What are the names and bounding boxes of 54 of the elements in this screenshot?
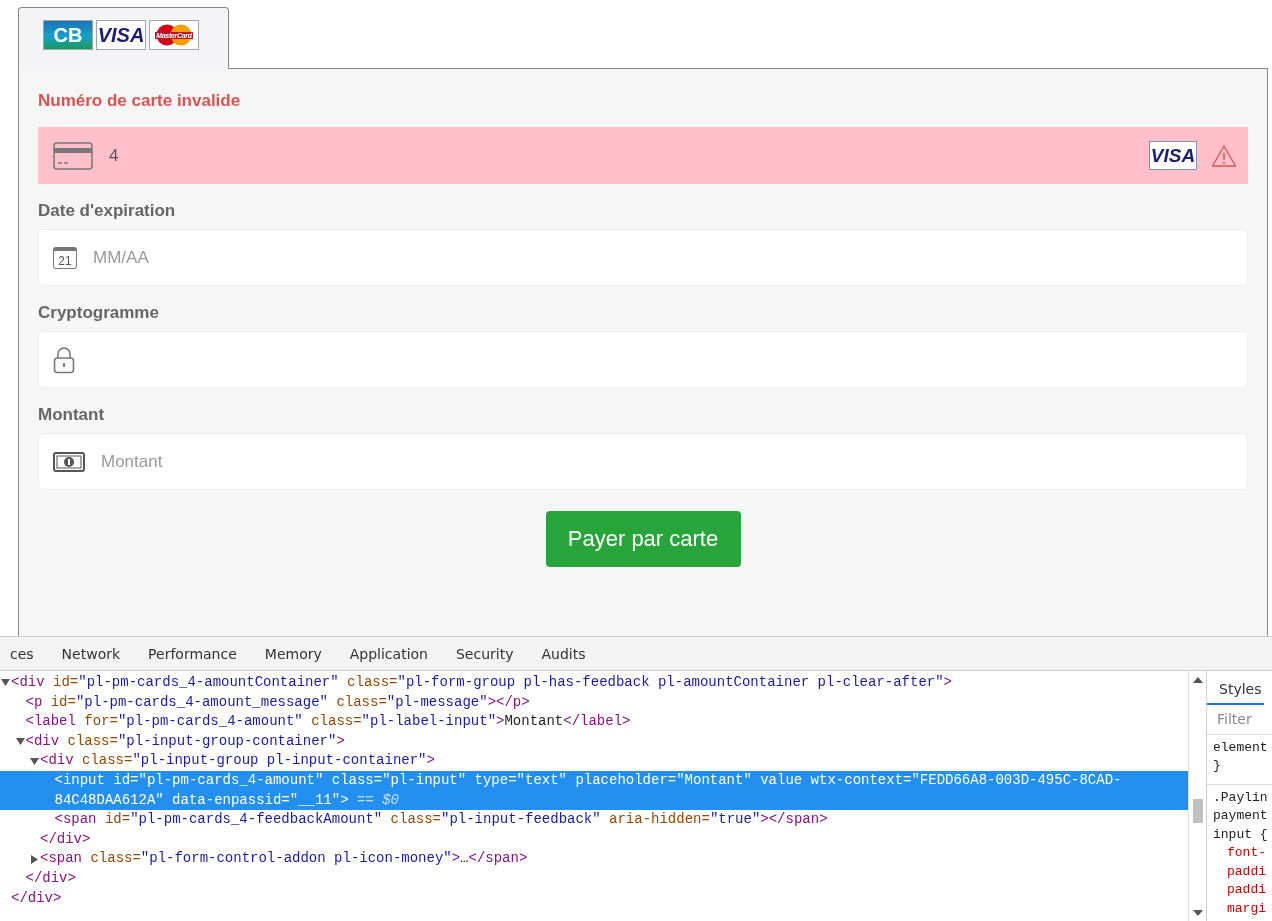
dom-node-row[interactable]: <label for="pl-pm-cards_4-amount" class="pl-label-input">Montant</label> — [0, 712, 1188, 732]
card-input[interactable]: 4 — [107, 144, 1135, 167]
date-input[interactable]: MM/AA — [91, 246, 1237, 269]
css-rule-line: paddi — [1226, 862, 1267, 881]
dom-node-row[interactable]: <div id="pl-pm-cards_4-amountContainer" class="pl-form-group pl-has-feedback pl-amountContainer pl-clear-after"> — [0, 673, 1188, 693]
scroll-down-icon[interactable] — [1192, 910, 1203, 916]
css-rule-line: paddi — [1226, 881, 1267, 899]
caret-down-icon[interactable] — [30, 757, 39, 765]
card-field[interactable]: 4 VISA — [38, 127, 1248, 184]
caret-down-icon[interactable] — [1, 679, 10, 687]
css-rule-line: font- — [1226, 844, 1267, 862]
amount-input[interactable]: Montant — [99, 450, 1237, 473]
date-field[interactable]: 21 MM/AA — [38, 229, 1248, 286]
devtools-tab[interactable]: ces — [0, 645, 48, 662]
caret-down-icon[interactable] — [15, 738, 25, 746]
calendar-icon: 21 — [53, 246, 77, 269]
devtools-tab[interactable]: Network — [47, 645, 135, 662]
css-rule-line: .Paylin — [1213, 788, 1269, 807]
styles-tab[interactable]: Styles — [1207, 671, 1264, 705]
css-rule-line: input { — [1213, 825, 1269, 844]
css-rule-line: margi — [1226, 899, 1267, 918]
dom-node-row[interactable]: <span id="pl-pm-cards_4-feedbackAmount" class="pl-input-feedback" aria-hidden="true"></span> — [0, 810, 1188, 830]
css-rule-line: payment — [1213, 807, 1269, 825]
devtools-tab[interactable]: Security — [441, 645, 528, 662]
visa-logo: VISA — [96, 20, 146, 50]
warning-icon — [1211, 143, 1237, 168]
css-rule-line: } — [1213, 757, 1222, 775]
field-label: Montant — [38, 403, 106, 426]
caret-right-icon[interactable] — [31, 854, 38, 864]
devtools-tab[interactable]: Application — [335, 645, 442, 662]
scrollbar[interactable] — [1188, 671, 1206, 921]
amount-field[interactable]: Montant — [38, 433, 1248, 490]
dom-node-row[interactable]: <p id="pl-pm-cards_4-amount_message" class="pl-message"></p> — [0, 692, 1188, 713]
devtools-tab[interactable]: Memory — [250, 645, 336, 662]
field-label: Date d'expiration — [38, 199, 177, 222]
dom-node-row[interactable]: <div class="pl-input-group pl-input-container"> — [0, 751, 1188, 771]
visa-logo: VISA — [1149, 141, 1197, 170]
field-label: Cryptogramme — [38, 301, 160, 324]
lock-icon — [53, 345, 75, 374]
cvv-field[interactable] — [38, 331, 1248, 388]
cb-logo: CB — [43, 20, 93, 50]
credit-card-icon — [53, 141, 93, 170]
banknote-icon — [53, 451, 85, 472]
scroll-up-icon[interactable] — [1192, 677, 1203, 683]
dom-node-row[interactable]: <div class="pl-input-group-container"> — [0, 731, 1188, 752]
dom-node-row[interactable]: <span class="pl-form-control-addon pl-icon-money">…</span> — [0, 849, 1188, 869]
devtools-tab[interactable]: Performance — [134, 645, 251, 662]
scrollbar-thumb[interactable] — [1193, 799, 1203, 823]
error-message: Numéro de carte invalide — [38, 91, 242, 112]
devtools-tab[interactable]: Audits — [527, 645, 600, 662]
css-rule-line: element — [1213, 738, 1269, 757]
dom-close-tag: </div> — [0, 868, 1188, 889]
dom-close-tag: </div> — [0, 829, 1188, 850]
dom-close-tag: </div> — [0, 888, 1188, 909]
